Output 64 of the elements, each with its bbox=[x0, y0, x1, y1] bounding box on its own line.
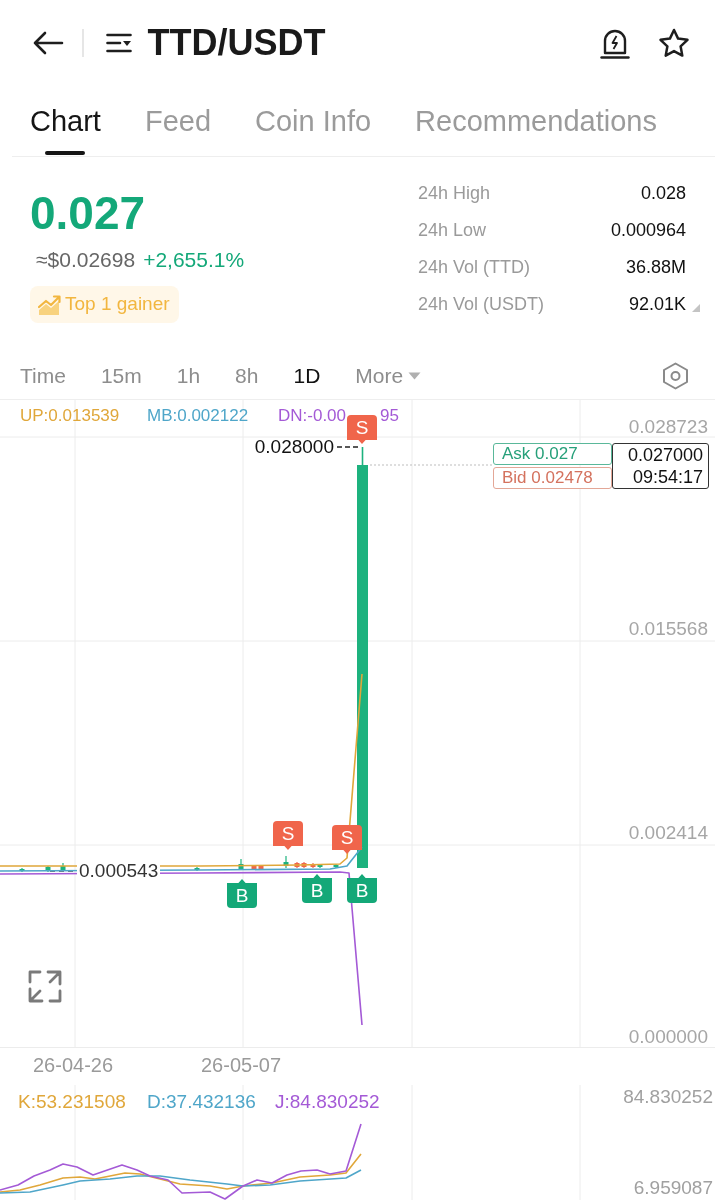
axis-label: 0.002414 bbox=[628, 822, 708, 844]
axis-label: 84.830252 bbox=[623, 1086, 713, 1108]
last-price: 0.027 bbox=[30, 187, 147, 240]
indicator-value: J:84.830252 bbox=[275, 1091, 380, 1113]
back-icon[interactable] bbox=[32, 30, 64, 55]
axis-label: 0.000000 bbox=[628, 1026, 708, 1048]
indicator-value: D:37.432136 bbox=[147, 1091, 256, 1113]
tab[interactable]: Feed bbox=[144, 85, 212, 156]
tab[interactable]: Coin Info bbox=[255, 85, 372, 156]
tab[interactable]: Chart bbox=[30, 85, 101, 156]
indicator-value: UP:0.013539 bbox=[20, 405, 120, 427]
interval-tab[interactable]: 1D bbox=[293, 362, 321, 389]
expand-icon[interactable] bbox=[28, 970, 62, 1003]
date-label: 26-05-07 bbox=[201, 1053, 282, 1077]
leader-line bbox=[336, 446, 359, 448]
candle bbox=[45, 865, 51, 873]
stat-label: 24h Vol (USDT) bbox=[418, 293, 545, 316]
candle bbox=[238, 858, 244, 871]
indicator-value: K:53.231508 bbox=[18, 1091, 126, 1113]
candle bbox=[333, 863, 339, 869]
stat-label: 24h High bbox=[418, 182, 491, 205]
more-button[interactable]: More bbox=[355, 362, 422, 389]
gainer-label: Top 1 gainer bbox=[65, 292, 170, 317]
candle bbox=[60, 862, 66, 872]
pair-title: TTD/USDT bbox=[147, 20, 326, 65]
countdown-timer: 09:54:17 bbox=[632, 466, 703, 488]
buy-marker: B bbox=[227, 879, 257, 908]
sell-marker: S bbox=[332, 825, 362, 854]
star-icon[interactable] bbox=[658, 27, 690, 58]
indicator-value: MB:0.002122 bbox=[147, 405, 249, 427]
candle bbox=[283, 855, 289, 869]
stat-value: 0.000964 bbox=[610, 219, 686, 242]
settings-icon[interactable] bbox=[662, 361, 689, 390]
indicator-value: 95 bbox=[380, 405, 399, 427]
stat-value: 0.028 bbox=[640, 182, 686, 205]
menu-icon[interactable] bbox=[105, 32, 132, 53]
trend-up-icon bbox=[38, 293, 62, 316]
price-label: 0.028000 bbox=[254, 436, 334, 458]
interval-tab[interactable]: 1h bbox=[176, 362, 201, 389]
sell-marker: S bbox=[347, 415, 377, 444]
interval-tab[interactable]: 8h bbox=[235, 362, 259, 389]
indicator-value: DN:-0.00 bbox=[278, 405, 347, 427]
interval-tab[interactable]: Time bbox=[20, 362, 66, 389]
bid-label: Bid 0.02478 bbox=[493, 467, 612, 489]
axis-label: 6.959087 bbox=[633, 1177, 713, 1199]
stat-label: 24h Vol (TTD) bbox=[418, 256, 531, 279]
buy-marker: B bbox=[302, 874, 332, 903]
ask-label: Ask 0.027 bbox=[493, 443, 612, 465]
stat-value: 92.01K bbox=[628, 293, 686, 316]
buy-marker: B bbox=[347, 874, 377, 903]
tab[interactable]: Recommendations bbox=[415, 85, 657, 156]
candle bbox=[194, 866, 200, 872]
stat-label: 24h Low bbox=[418, 219, 487, 242]
tag-price: 0.027000 bbox=[627, 444, 703, 466]
change-percent: +2,655.1% bbox=[143, 248, 245, 272]
axis-label: 0.015568 bbox=[628, 618, 708, 640]
candle bbox=[19, 867, 25, 873]
interval-tab[interactable]: 15m bbox=[100, 362, 142, 389]
date-label: 26-04-26 bbox=[33, 1053, 114, 1077]
stat-value: 36.88M bbox=[625, 256, 686, 279]
caret-icon bbox=[408, 371, 422, 380]
sell-marker: S bbox=[273, 821, 303, 850]
fiat-price: ≈$0.02698 bbox=[36, 248, 136, 272]
axis-label: 0.028723 bbox=[628, 416, 708, 438]
